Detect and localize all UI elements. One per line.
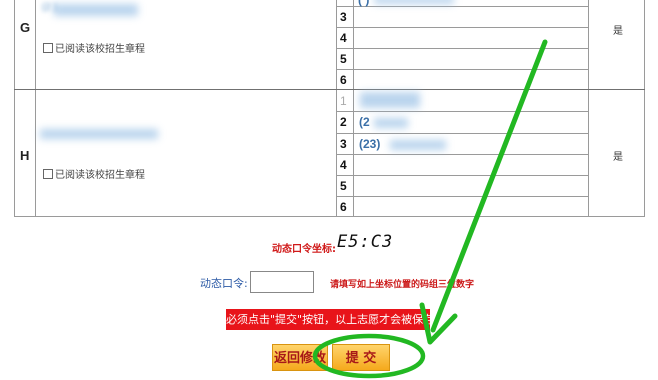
row-number: 1	[340, 94, 347, 108]
school-name-redaction	[54, 4, 138, 16]
choice-redaction	[374, 0, 454, 4]
row-number: 2	[340, 115, 347, 129]
choice-partial: ( )	[358, 0, 370, 7]
read-rules-label: 已阅读该校招生章程	[55, 170, 145, 181]
table-border-bottom	[14, 216, 645, 217]
read-rules-checkbox-g[interactable]: 已阅读该校招生章程	[43, 40, 145, 55]
school-name-redaction	[40, 129, 158, 139]
column-divider	[353, 0, 354, 216]
row-number: 4	[340, 158, 347, 172]
save-notice-banner: 必须点击"提交"按钮，以上志愿才会被保存	[226, 309, 430, 330]
row-number: 3	[340, 137, 347, 151]
row-line	[336, 196, 588, 197]
row-number: 6	[340, 73, 347, 87]
choice-text: (23)	[359, 137, 381, 151]
row-line	[336, 27, 588, 28]
row-number: 5	[340, 179, 347, 193]
table-border-right	[644, 0, 645, 216]
choice-text: (2	[359, 115, 370, 129]
choice-redaction	[390, 140, 446, 150]
back-button[interactable]: 返回修改	[272, 344, 328, 371]
group-separator	[14, 89, 645, 90]
row-line	[336, 69, 588, 70]
table-border-left	[14, 0, 15, 216]
checkbox-icon[interactable]	[43, 42, 53, 53]
choice-redaction	[360, 92, 420, 108]
row-number: 6	[340, 200, 347, 214]
read-rules-checkbox-h[interactable]: 已阅读该校招生章程	[43, 166, 145, 181]
group-letter-g: G	[20, 20, 31, 35]
row-line	[336, 48, 588, 49]
row-number: 3	[340, 10, 347, 24]
row-number: 4	[340, 31, 347, 45]
row-line	[336, 6, 588, 7]
answer-value-g: 是	[613, 26, 623, 37]
row-line	[336, 133, 588, 134]
column-divider	[588, 0, 589, 216]
password-input[interactable]	[250, 271, 314, 293]
column-divider	[35, 0, 36, 216]
row-number: 5	[340, 52, 347, 66]
dynamic-code-label: 动态口令坐标:	[272, 244, 336, 255]
row-line	[336, 111, 588, 112]
row-line	[336, 154, 588, 155]
answer-value-h: 是	[613, 152, 623, 163]
dynamic-code-value: E5:C3	[337, 232, 394, 252]
row-line	[336, 175, 588, 176]
column-divider	[336, 0, 337, 216]
checkbox-icon[interactable]	[43, 168, 53, 179]
submit-button[interactable]: 提 交	[332, 344, 390, 371]
password-hint: 请填写如上坐标位置的码组三位数字	[330, 280, 475, 290]
read-rules-label: 已阅读该校招生章程	[55, 44, 145, 55]
password-label: 动态口令:	[200, 277, 248, 290]
choice-redaction	[374, 118, 408, 128]
group-letter-h: H	[20, 148, 30, 163]
